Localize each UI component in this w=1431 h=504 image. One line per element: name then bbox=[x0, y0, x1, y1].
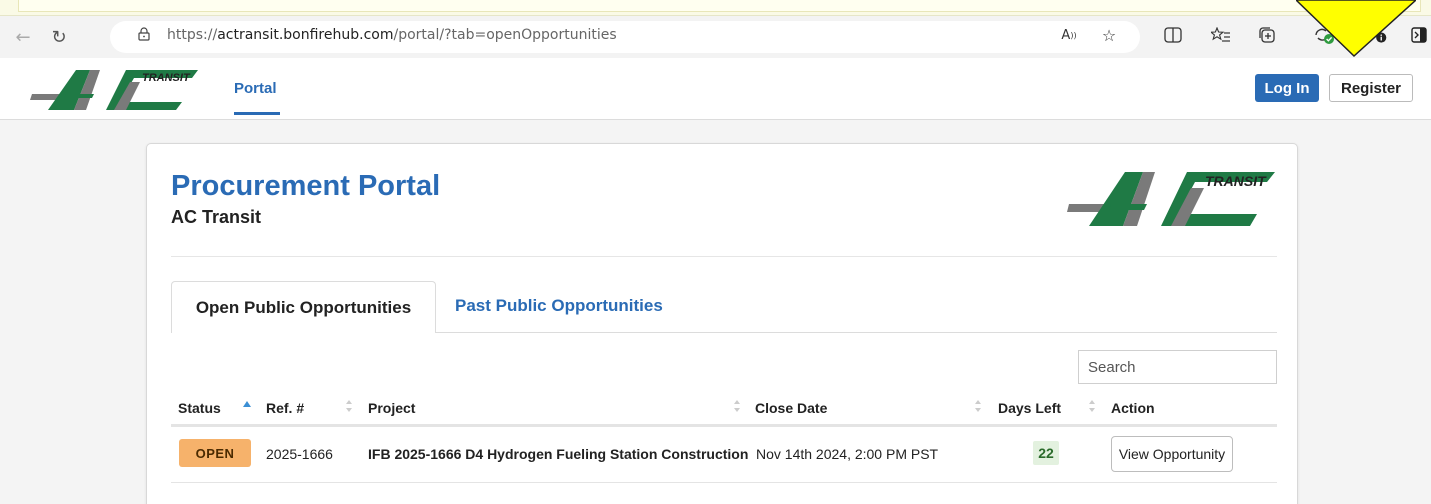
favorites-icon[interactable] bbox=[1210, 24, 1232, 46]
page-subtitle: AC Transit bbox=[171, 207, 262, 227]
col-header-days-left[interactable]: Days Left bbox=[998, 400, 1061, 416]
register-button[interactable]: Register bbox=[1329, 74, 1413, 102]
read-aloud-icon[interactable]: A)) bbox=[1058, 24, 1080, 46]
login-button[interactable]: Log In bbox=[1255, 74, 1319, 102]
nav-portal-tab[interactable]: Portal bbox=[234, 80, 277, 97]
notification-strip-inner bbox=[18, 0, 1421, 12]
url-path: /portal/?tab=openOpportunities bbox=[393, 27, 617, 43]
nav-active-indicator bbox=[234, 112, 280, 115]
sort-icon[interactable] bbox=[974, 399, 982, 413]
ref-number: 2025-1666 bbox=[266, 446, 333, 462]
card-divider bbox=[171, 256, 1277, 257]
days-left-badge: 22 bbox=[1033, 441, 1059, 465]
reload-icon[interactable]: ↻ bbox=[44, 22, 74, 52]
ac-transit-logo[interactable]: TRANSIT bbox=[30, 64, 200, 114]
sort-icon[interactable] bbox=[733, 399, 741, 413]
tab-past-public-opportunities[interactable]: Past Public Opportunities bbox=[455, 296, 663, 316]
sort-asc-icon[interactable] bbox=[243, 399, 251, 413]
split-screen-icon[interactable] bbox=[1162, 24, 1184, 46]
status-badge: OPEN bbox=[179, 439, 251, 467]
col-header-project[interactable]: Project bbox=[368, 400, 415, 416]
page-title: Procurement Portal bbox=[171, 170, 441, 202]
url-host: actransit.bonfirehub.com bbox=[217, 27, 394, 43]
url-text[interactable]: https://actransit.bonfirehub.com/portal/… bbox=[167, 27, 617, 43]
card-logo-text: TRANSIT bbox=[1205, 173, 1267, 189]
favorite-star-icon[interactable]: ☆ bbox=[1098, 24, 1120, 46]
sort-icon[interactable] bbox=[345, 399, 353, 413]
tab-open-public-opportunities[interactable]: Open Public Opportunities bbox=[171, 281, 436, 333]
col-header-status[interactable]: Status bbox=[178, 400, 221, 416]
procurement-card: Procurement Portal AC Transit TRANSIT Op… bbox=[146, 143, 1298, 504]
logo-text: TRANSIT bbox=[142, 72, 191, 84]
url-scheme: https:// bbox=[167, 27, 218, 43]
collections-icon[interactable] bbox=[1256, 24, 1278, 46]
col-header-ref[interactable]: Ref. # bbox=[266, 400, 304, 416]
col-header-action: Action bbox=[1111, 400, 1155, 416]
sort-icon[interactable] bbox=[1088, 399, 1096, 413]
view-opportunity-button[interactable]: View Opportunity bbox=[1111, 436, 1233, 472]
search-input[interactable] bbox=[1078, 350, 1277, 384]
close-date: Nov 14th 2024, 2:00 PM PST bbox=[756, 446, 939, 462]
annotation-arrow-icon bbox=[1296, 0, 1416, 58]
project-name: IFB 2025-1666 D4 Hydrogen Fueling Statio… bbox=[368, 446, 749, 462]
tab-baseline bbox=[436, 332, 1277, 333]
back-arrow-icon[interactable]: ← bbox=[8, 22, 38, 52]
site-header: TRANSIT Portal Log In Register bbox=[0, 58, 1431, 120]
card-ac-transit-logo: TRANSIT bbox=[1067, 172, 1275, 226]
table-row: OPEN 2025-1666 IFB 2025-1666 D4 Hydrogen… bbox=[171, 427, 1277, 483]
notification-strip bbox=[0, 0, 1431, 16]
lock-icon[interactable] bbox=[138, 27, 150, 41]
col-header-close-date[interactable]: Close Date bbox=[755, 400, 827, 416]
